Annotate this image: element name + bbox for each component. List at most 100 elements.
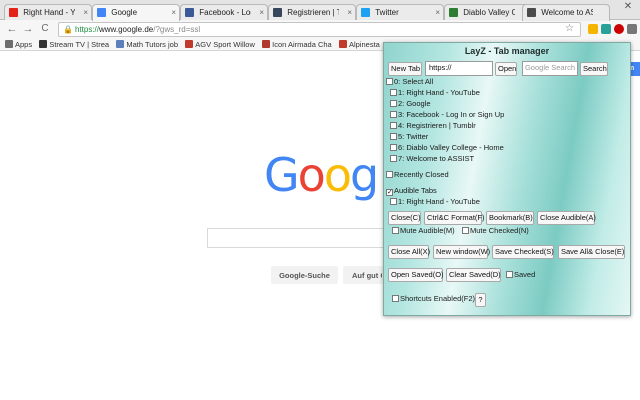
tab-title: Twitter: [375, 8, 399, 17]
tab-title: Facebook - Log In: [199, 8, 251, 17]
lock-icon: 🔒: [63, 25, 73, 34]
mute-checked-checkbox[interactable]: Mute Checked(N): [462, 226, 529, 235]
logo-letter: o: [297, 148, 326, 202]
bookmark-item[interactable]: Alpinesta: [338, 39, 380, 50]
tab-list-item[interactable]: 4: Registrieren | Tumblr: [390, 121, 476, 130]
checkbox-icon: [390, 133, 397, 140]
checkbox-icon: [386, 171, 393, 178]
help-button[interactable]: ?: [475, 293, 486, 307]
audible-tabs-toggle[interactable]: Audible Tabs: [386, 186, 437, 196]
google-search-input[interactable]: [207, 228, 397, 248]
tab-close-icon[interactable]: ×: [259, 8, 264, 17]
google-logo: Goog: [264, 148, 379, 202]
open-saved-button[interactable]: Open Saved(O): [388, 268, 444, 282]
saved-checkbox[interactable]: Saved: [506, 270, 535, 279]
save-checked-button[interactable]: Save Checked(S): [492, 245, 554, 259]
bookmark-label: Math Tutors job: [126, 40, 179, 49]
url-path: /?gws_rd=ssl: [153, 25, 201, 34]
bookmark-star-icon[interactable]: ☆: [565, 23, 574, 34]
tab-list-label: 1: Right Hand - YouTube: [398, 88, 480, 97]
browser-tab[interactable]: Twitter ×: [356, 4, 444, 21]
window-close-button[interactable]: ✕: [616, 1, 640, 15]
recently-closed-label: Recently Closed: [394, 170, 449, 179]
menu-icon[interactable]: [627, 24, 637, 34]
tab-close-icon[interactable]: ×: [83, 8, 88, 17]
checkbox-icon: [390, 111, 397, 118]
back-arrow-icon[interactable]: ←: [6, 23, 18, 35]
close-button[interactable]: Close(C): [388, 211, 421, 225]
browser-tab[interactable]: Facebook - Log In ×: [180, 4, 268, 21]
checkbox-icon: [390, 155, 397, 162]
bookmark-label: Alpinesta: [348, 40, 380, 49]
tab-list-item[interactable]: 5: Twitter: [390, 132, 428, 141]
audible-tabs-label: Audible Tabs: [394, 186, 437, 195]
save-all-close-button[interactable]: Save All& Close(E): [558, 245, 625, 259]
bookmark-label: Icon Airmada Cha: [272, 40, 332, 49]
ctrl-c-format-button[interactable]: Ctrl&C Format(F): [424, 211, 485, 225]
bookmark-item[interactable]: Math Tutors job: [116, 39, 178, 50]
checkbox-icon: [390, 122, 397, 129]
tab-close-icon[interactable]: ×: [435, 8, 440, 17]
new-tab-button[interactable]: New Tab: [388, 62, 422, 76]
logo-letter: o: [323, 148, 352, 202]
checkbox-icon: [506, 271, 513, 278]
layz-popup: LayZ - Tab manager New Tab https:// Open…: [383, 42, 631, 316]
logo-letter: G: [264, 148, 300, 202]
clear-saved-button[interactable]: Clear Saved(D): [446, 268, 501, 282]
tab-list-label: 3: Facebook - Log In or Sign Up: [398, 110, 505, 119]
tumblr-favicon-icon: [273, 8, 282, 17]
assist-favicon-icon: [527, 8, 536, 17]
bookmark-button[interactable]: Bookmark(B): [486, 211, 534, 225]
select-all-checkbox[interactable]: 0: Select All: [386, 77, 433, 86]
opera-extension-icon[interactable]: [614, 24, 624, 34]
reload-icon[interactable]: C: [39, 23, 51, 35]
tab-close-icon[interactable]: ×: [171, 8, 176, 17]
new-window-button[interactable]: New window(W): [433, 245, 490, 259]
layz-extension-icon[interactable]: [601, 24, 611, 34]
recently-closed-toggle[interactable]: Recently Closed: [386, 170, 449, 179]
college-favicon-icon: [449, 8, 458, 17]
checkbox-icon: [390, 89, 397, 96]
audible-list-item[interactable]: 1: Right Hand - YouTube: [390, 197, 480, 206]
bookmark-item[interactable]: Icon Airmada Cha: [262, 39, 332, 50]
tab-list-item[interactable]: 2: Google: [390, 99, 431, 108]
tab-list-label: 6: Diablo Valley College - Home: [398, 143, 504, 152]
mute-audible-label: Mute Audible(M): [400, 226, 455, 235]
tab-title: Google: [111, 8, 138, 17]
browser-tab[interactable]: Registrieren | Tum ×: [268, 4, 356, 21]
tab-close-icon[interactable]: ×: [347, 8, 352, 17]
bookmark-apps[interactable]: Apps: [5, 39, 32, 50]
bookmark-item[interactable]: Stream TV | Strea: [39, 39, 109, 50]
browser-tab[interactable]: Welcome to ASSIS: [522, 4, 610, 21]
shortcuts-enabled-checkbox[interactable]: Shortcuts Enabled(F2): [392, 294, 475, 303]
browser-tab[interactable]: Diablo Valley Colle ×: [444, 4, 532, 21]
tab-list-item[interactable]: 6: Diablo Valley College - Home: [390, 143, 504, 152]
checkbox-icon: [386, 78, 393, 85]
bookmark-item[interactable]: AGV Sport Willow: [185, 39, 255, 50]
close-audible-button[interactable]: Close Audible(A): [537, 211, 596, 225]
extension-icon[interactable]: [588, 24, 598, 34]
tab-list-item[interactable]: 7: Welcome to ASSIST: [390, 154, 474, 163]
forward-arrow-icon[interactable]: →: [22, 23, 34, 35]
close-all-button[interactable]: Close All(X): [388, 245, 430, 259]
browser-tab-active[interactable]: Google ×: [92, 4, 180, 21]
url-input[interactable]: https://: [425, 61, 493, 76]
youtube-favicon-icon: [9, 8, 18, 17]
mute-audible-checkbox[interactable]: Mute Audible(M): [392, 226, 455, 235]
select-all-label: 0: Select All: [394, 77, 434, 86]
bookmark-label: Apps: [15, 40, 33, 49]
browser-tab[interactable]: Right Hand - Yo ×: [4, 4, 92, 21]
search-button[interactable]: Search: [580, 62, 608, 76]
google-search-field[interactable]: Google Search: [522, 61, 578, 76]
tab-list-label: 7: Welcome to ASSIST: [398, 154, 475, 163]
tab-list-item[interactable]: 1: Right Hand - YouTube: [390, 88, 480, 97]
open-button[interactable]: Open: [495, 62, 517, 76]
address-bar[interactable]: 🔒 https://www.google.de/?gws_rd=ssl: [58, 22, 581, 37]
tab-title: Diablo Valley Colle: [463, 8, 515, 17]
google-search-button[interactable]: Google-Suche: [271, 266, 338, 284]
lucky-button[interactable]: Auf gut G: [343, 266, 383, 284]
icon-airmada-icon: [262, 40, 271, 48]
tab-list-item[interactable]: 3: Facebook - Log In or Sign Up: [390, 110, 504, 119]
url-host: www.google.de: [98, 25, 154, 34]
stream-tv-icon: [39, 40, 48, 48]
